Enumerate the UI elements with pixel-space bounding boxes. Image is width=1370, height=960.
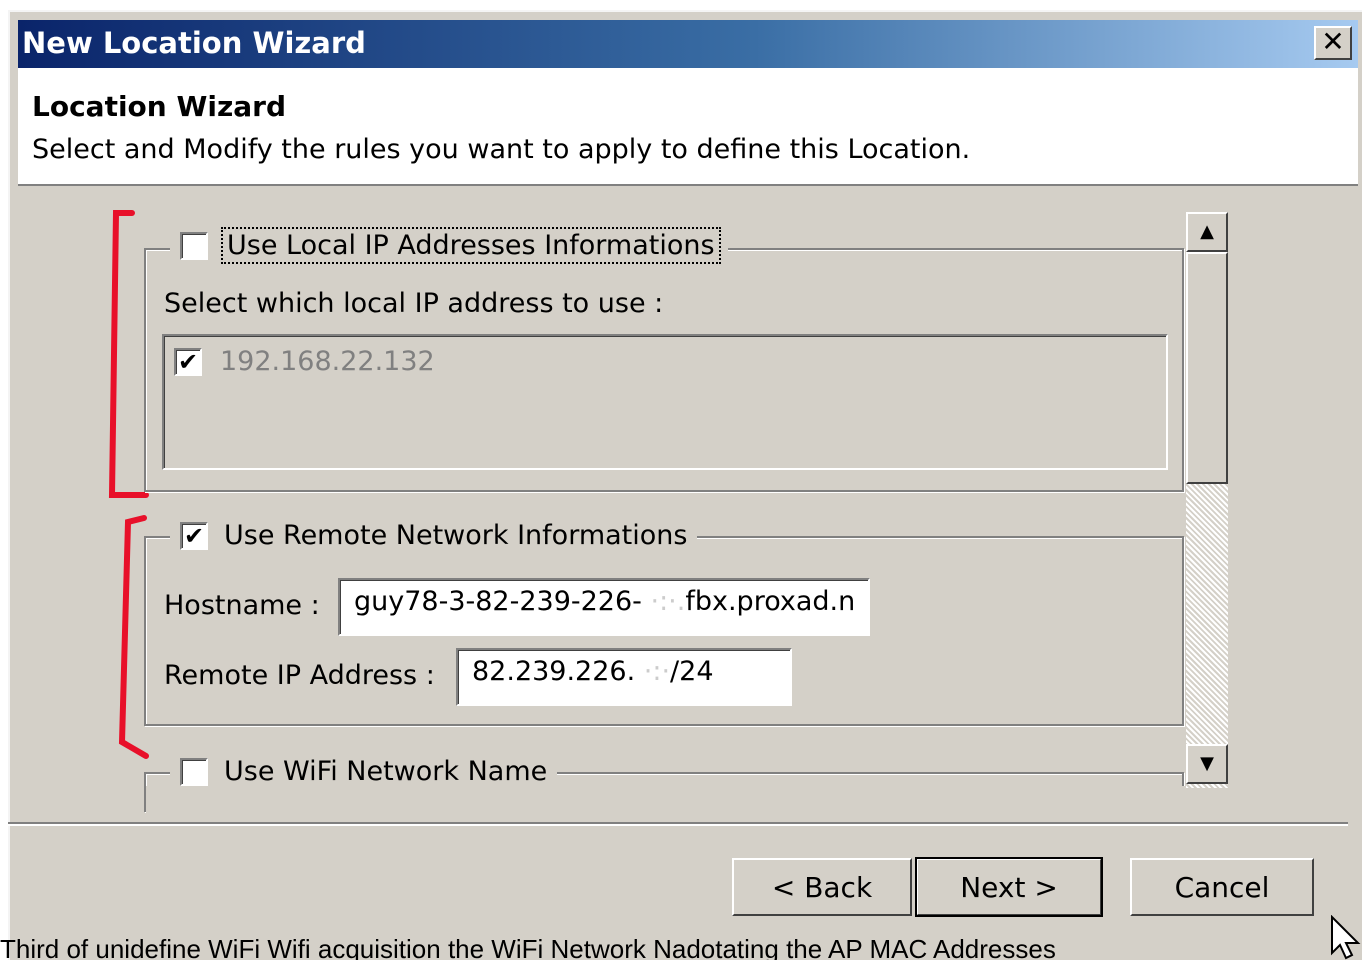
wifi-label: Use WiFi Network Name <box>224 756 548 787</box>
close-button[interactable]: ✕ <box>1314 26 1352 60</box>
wizard-header: Location Wizard Select and Modify the ru… <box>18 68 1358 186</box>
mouse-cursor-icon <box>1331 915 1361 960</box>
wifi-legend[interactable]: Use WiFi Network Name <box>170 756 558 787</box>
hostname-label: Hostname : <box>164 590 320 621</box>
remote-ip-field[interactable]: 82.239.226. ·:·/24 <box>456 648 792 706</box>
hostname-value: guy78-3-82-239-226- <box>354 586 642 617</box>
close-icon: ✕ <box>1321 25 1345 58</box>
ip-address-list[interactable]: ✔ 192.168.22.132 <box>162 334 1168 470</box>
title-bar: New Location Wizard ✕ <box>18 20 1358 68</box>
hostname-field[interactable]: guy78-3-82-239-226- ·:·.fbx.proxad.n <box>338 578 870 636</box>
remote-network-legend[interactable]: ✔ Use Remote Network Informations <box>170 520 698 551</box>
scroll-thumb[interactable] <box>1186 252 1228 484</box>
remote-ip-label: Remote IP Address : <box>164 660 435 691</box>
scroll-up-button[interactable]: ▲ <box>1186 212 1228 252</box>
header-title: Location Wizard <box>32 90 286 123</box>
hostname-value-tail: fbx.proxad.n <box>685 586 856 617</box>
local-ip-label: Use Local IP Addresses Informations <box>221 227 721 264</box>
header-subtitle: Select and Modify the rules you want to … <box>32 134 971 165</box>
footer-separator <box>8 822 1348 826</box>
scroll-down-arrow-icon: ▼ <box>1200 753 1214 774</box>
cancel-button[interactable]: Cancel <box>1130 858 1314 916</box>
local-ip-legend[interactable]: Use Local IP Addresses Informations <box>170 227 728 264</box>
wifi-checkbox[interactable] <box>180 757 208 786</box>
vertical-scrollbar[interactable]: ▲ ▼ <box>1186 212 1228 788</box>
list-item[interactable]: ✔ 192.168.22.132 <box>174 346 435 377</box>
remote-network-checkbox[interactable]: ✔ <box>180 521 208 550</box>
remote-ip-value: 82.239.226. <box>472 656 636 687</box>
ip-address-text: 192.168.22.132 <box>220 346 435 377</box>
next-button[interactable]: Next > <box>915 857 1103 917</box>
ip-address-checkbox[interactable]: ✔ <box>174 347 202 376</box>
local-ip-checkbox[interactable] <box>180 231 208 260</box>
window-title: New Location Wizard <box>22 26 366 60</box>
caption-text: Third of unidefine WiFi Wifi acquisition… <box>0 936 1056 960</box>
back-button[interactable]: < Back <box>732 858 912 916</box>
remote-network-label: Use Remote Network Informations <box>224 520 688 551</box>
scroll-up-arrow-icon: ▲ <box>1200 221 1214 242</box>
select-ip-label: Select which local IP address to use : <box>164 288 664 319</box>
scroll-down-button[interactable]: ▼ <box>1186 744 1228 784</box>
remote-ip-value-tail: /24 <box>670 656 714 687</box>
